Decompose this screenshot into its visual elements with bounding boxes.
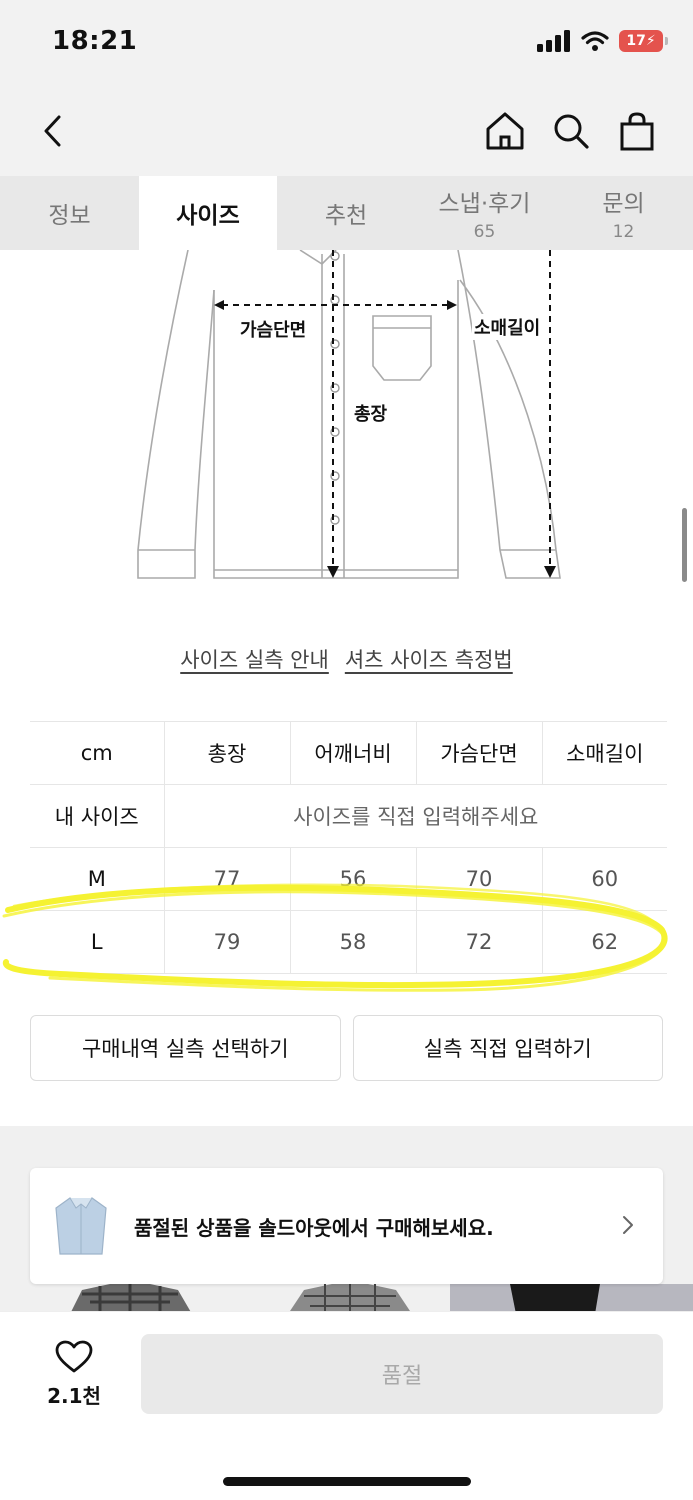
table-header: 가슴단면: [415, 721, 543, 785]
table-cell: 77: [163, 847, 291, 911]
soldout-banner[interactable]: 품절된 상품을 솔드아웃에서 구매해보세요.: [30, 1168, 663, 1284]
tab-bar: 정보 사이즈 추천 스냅·후기 65 문의 12: [0, 176, 693, 250]
tab-snap-review[interactable]: 스냅·후기 65: [415, 176, 554, 250]
tab-size[interactable]: 사이즈: [139, 176, 277, 250]
size-table: cm 총장 어깨너비 가슴단면 소매길이 내 사이즈 사이즈를 직접 입력해주세…: [30, 721, 667, 974]
size-label: L: [30, 910, 165, 974]
direct-input-button[interactable]: 실측 직접 입력하기: [352, 1015, 663, 1081]
back-button[interactable]: [28, 106, 78, 156]
scroll-indicator[interactable]: [682, 508, 687, 582]
my-size-row: 내 사이즈 사이즈를 직접 입력해주세요: [30, 784, 667, 848]
table-header: 총장: [163, 721, 291, 785]
cellular-signal-icon: [537, 30, 570, 52]
tab-inquiry[interactable]: 문의 12: [554, 176, 693, 250]
table-cell: 72: [415, 910, 543, 974]
home-indicator: [223, 1477, 471, 1486]
bottom-action-bar: 2.1천 품절: [0, 1311, 693, 1500]
table-row: L 79 58 72 62: [30, 910, 667, 974]
table-row: M 77 56 70 60: [30, 847, 667, 911]
table-cell: 56: [289, 847, 417, 911]
home-button[interactable]: [480, 106, 530, 156]
shopping-bag-icon: [620, 112, 654, 151]
size-label: M: [30, 847, 165, 911]
table-header-row: cm 총장 어깨너비 가슴단면 소매길이: [30, 721, 667, 785]
tab-label: 사이즈: [176, 203, 240, 229]
tab-count: 65: [473, 222, 496, 242]
status-bar: 18:21 17 ⚡: [0, 0, 693, 88]
product-thumbnail[interactable]: [450, 1284, 693, 1314]
table-cell: 79: [163, 910, 291, 974]
chevron-right-icon: [623, 1216, 633, 1234]
heart-icon: [55, 1340, 93, 1373]
tab-count: 12: [612, 222, 635, 242]
table-cell: 70: [415, 847, 543, 911]
diagram-label-length: 총장: [352, 400, 390, 426]
my-size-input[interactable]: 사이즈를 직접 입력해주세요: [163, 784, 667, 848]
measure-button-row: 구매내역 실측 선택하기 실측 직접 입력하기: [30, 1015, 663, 1081]
battery-icon: 17 ⚡: [619, 30, 668, 52]
table-cell: 62: [541, 910, 667, 974]
status-time: 18:21: [52, 26, 138, 56]
tab-info[interactable]: 정보: [0, 176, 139, 250]
table-header: 어깨너비: [289, 721, 417, 785]
like-button[interactable]: 2.1천: [42, 1340, 106, 1409]
tab-label: 스냅·후기: [438, 191, 531, 217]
size-guide-link[interactable]: 사이즈 실측 안내: [180, 644, 329, 674]
tab-label: 정보: [48, 203, 91, 229]
my-size-label: 내 사이즈: [30, 784, 165, 848]
nav-bar: [0, 88, 693, 176]
shirt-thumbnail: [52, 1192, 110, 1260]
shirt-illustration: [137, 249, 561, 579]
shirt-measure-link[interactable]: 셔츠 사이즈 측정법: [345, 644, 513, 674]
diagram-label-chest: 가슴단면: [238, 316, 309, 342]
soldout-button[interactable]: 품절: [141, 1334, 663, 1414]
search-button[interactable]: [546, 106, 596, 156]
shirt-thumbnail-image: [55, 1197, 107, 1255]
home-icon: [486, 112, 524, 150]
product-thumbnail[interactable]: [60, 1284, 200, 1314]
cart-button[interactable]: [612, 106, 662, 156]
search-icon: [554, 114, 589, 149]
table-cell: 60: [541, 847, 667, 911]
tab-recommend[interactable]: 추천: [277, 176, 415, 250]
soldout-banner-text: 품절된 상품을 솔드아웃에서 구매해보세요.: [134, 1215, 494, 1240]
table-cell: 58: [289, 910, 417, 974]
status-icons: 17 ⚡: [537, 30, 668, 52]
tab-label: 추천: [324, 203, 368, 229]
tab-label: 문의: [602, 191, 645, 217]
purchase-history-button[interactable]: 구매내역 실측 선택하기: [30, 1015, 341, 1081]
chevron-left-icon: [44, 115, 61, 147]
size-guide-links: 사이즈 실측 안내 셔츠 사이즈 측정법: [0, 644, 693, 674]
wifi-icon: [581, 31, 609, 51]
like-count: 2.1천: [47, 1384, 101, 1408]
battery-level: 17: [626, 33, 646, 49]
table-header: cm: [30, 721, 165, 785]
diagram-label-sleeve: 소매길이: [472, 314, 543, 340]
product-thumbnail[interactable]: [280, 1284, 420, 1314]
table-header: 소매길이: [541, 721, 667, 785]
size-diagram: 가슴단면 소매길이 총장: [0, 249, 693, 590]
